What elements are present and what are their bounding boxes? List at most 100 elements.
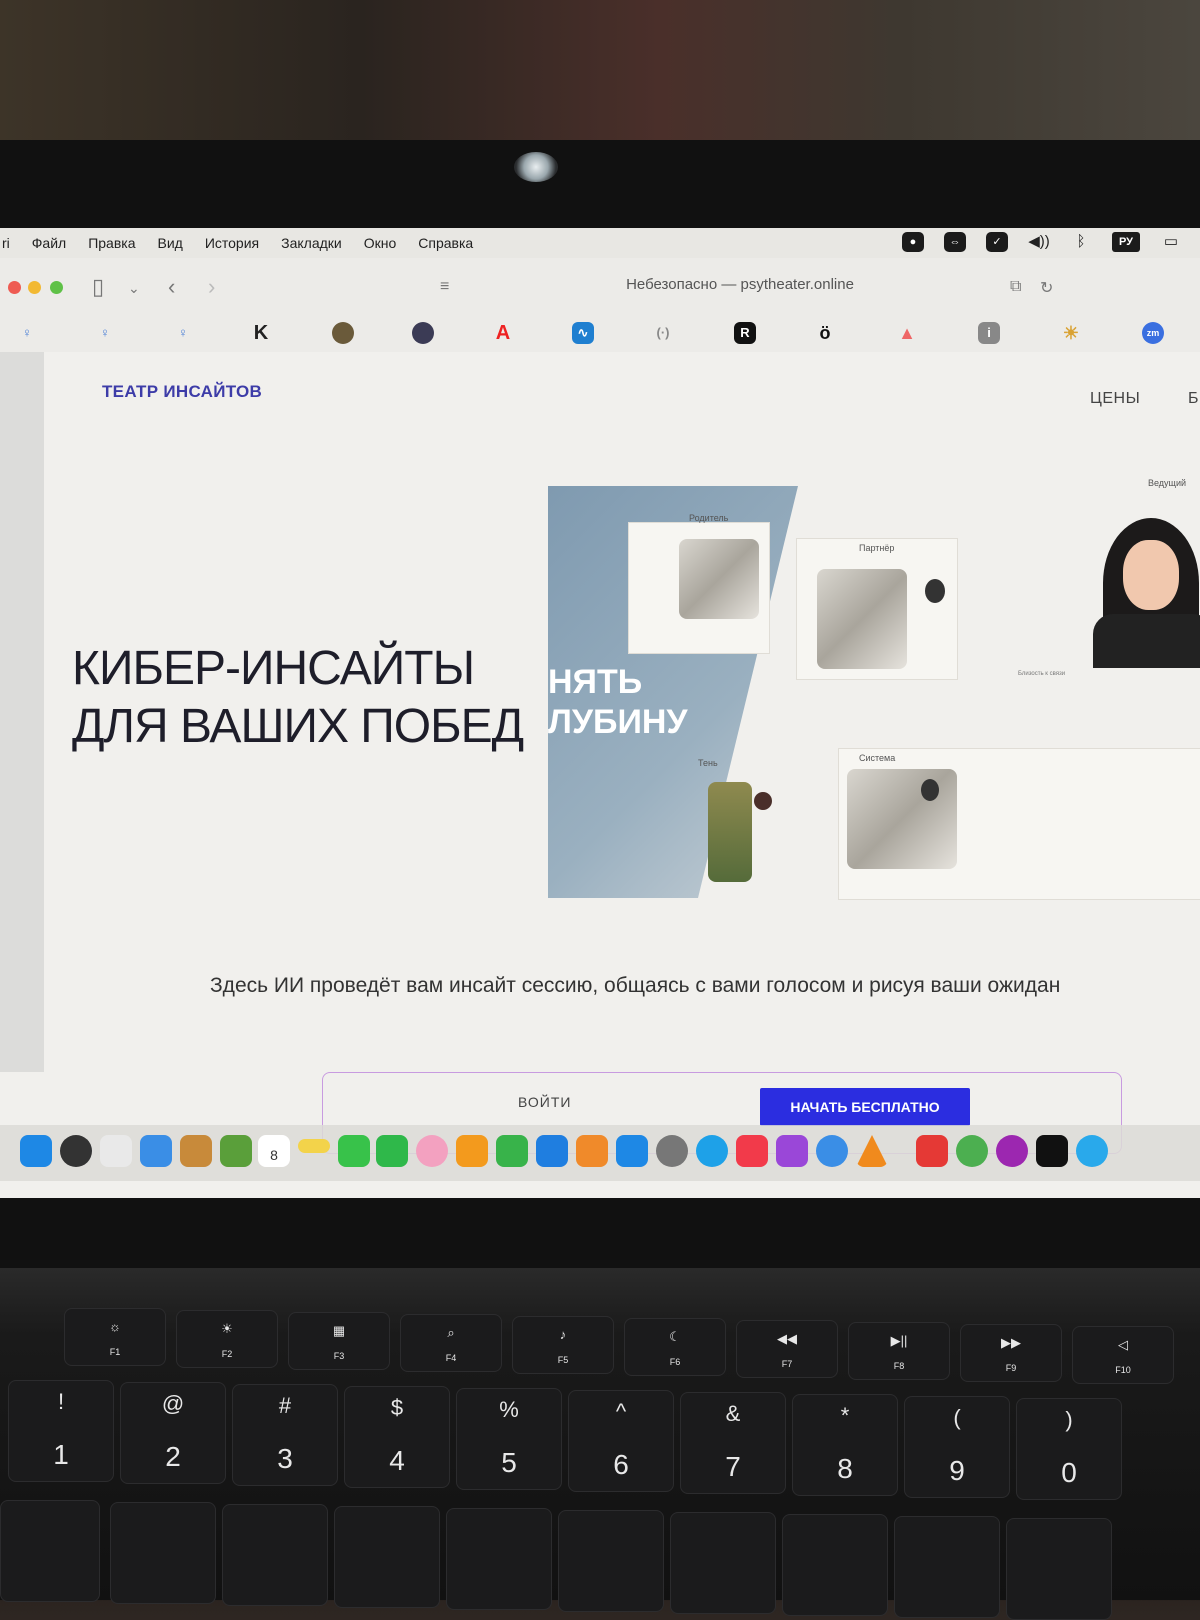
- app-store-icon[interactable]: [616, 1135, 648, 1167]
- key-t[interactable]: [446, 1508, 552, 1610]
- key-8[interactable]: * 8: [792, 1394, 898, 1496]
- activity-icon[interactable]: ∿: [572, 322, 594, 344]
- messages-icon[interactable]: [338, 1135, 370, 1167]
- key-f4[interactable]: ⌕ F4: [400, 1314, 502, 1372]
- finder-icon[interactable]: [20, 1135, 52, 1167]
- close-window-icon[interactable]: [8, 281, 21, 294]
- translate-icon[interactable]: ⧉: [1010, 278, 1021, 296]
- site-logo[interactable]: ТЕАТР ИНСАЙТОВ: [102, 382, 262, 402]
- key-f5[interactable]: ♪ F5: [512, 1316, 614, 1374]
- photos-icon[interactable]: [416, 1135, 448, 1167]
- key-f2[interactable]: ☀ F2: [176, 1310, 278, 1368]
- books-icon[interactable]: [576, 1135, 608, 1167]
- chrome-icon[interactable]: [956, 1135, 988, 1167]
- checkmark-icon[interactable]: ✓: [986, 232, 1008, 252]
- maps-icon[interactable]: [220, 1135, 252, 1167]
- login-button[interactable]: ВОЙТИ: [518, 1094, 571, 1110]
- key-4[interactable]: $4: [344, 1386, 450, 1488]
- address-bar[interactable]: Небезопасно — psytheater.online: [520, 276, 960, 293]
- music-icon[interactable]: [736, 1135, 768, 1167]
- menu-history[interactable]: История: [205, 235, 259, 251]
- telegram-icon[interactable]: [1076, 1135, 1108, 1167]
- key-1[interactable]: ! 1: [8, 1380, 114, 1482]
- key-p[interactable]: [1006, 1518, 1112, 1620]
- notification-icon[interactable]: ●: [902, 232, 924, 252]
- skype-icon[interactable]: [696, 1135, 728, 1167]
- remote-desktop-icon[interactable]: ⇔: [944, 232, 966, 252]
- key-w[interactable]: [110, 1502, 216, 1604]
- menu-app-name[interactable]: ri: [2, 235, 10, 251]
- key-f6[interactable]: ☾ F6: [624, 1318, 726, 1376]
- mail-icon[interactable]: [140, 1135, 172, 1167]
- calendar-icon[interactable]: 8: [258, 1135, 290, 1167]
- favorite-site-icon[interactable]: ♀: [172, 322, 194, 344]
- app-icon[interactable]: [996, 1135, 1028, 1167]
- menu-file[interactable]: Файл: [32, 235, 66, 251]
- anydesk-icon[interactable]: [916, 1135, 948, 1167]
- key-f10[interactable]: ◁ F10: [1072, 1326, 1174, 1384]
- vlc-icon[interactable]: [856, 1135, 888, 1167]
- remote-desktop-icon[interactable]: [1036, 1135, 1068, 1167]
- nav-prices[interactable]: ЦЕНЫ: [1090, 390, 1140, 408]
- menu-bookmarks[interactable]: Закладки: [281, 235, 342, 251]
- zoom-icon[interactable]: zm: [1142, 322, 1164, 344]
- key-f9[interactable]: ▶▶ F9: [960, 1324, 1062, 1382]
- safari-icon[interactable]: [816, 1135, 848, 1167]
- bluetooth-icon[interactable]: ᛒ: [1070, 232, 1092, 252]
- key-e[interactable]: [222, 1504, 328, 1606]
- globe-icon[interactable]: [412, 322, 434, 344]
- key-6[interactable]: ^ 6: [568, 1390, 674, 1492]
- keynote-icon[interactable]: [536, 1135, 568, 1167]
- facetime-icon[interactable]: [376, 1135, 408, 1167]
- adobe-icon[interactable]: A: [492, 322, 514, 344]
- volume-icon[interactable]: ◀)): [1028, 232, 1050, 252]
- nav-item-partial[interactable]: Б: [1188, 390, 1199, 408]
- numbers-icon[interactable]: [496, 1135, 528, 1167]
- start-free-button[interactable]: НАЧАТЬ БЕСПЛАТНО: [760, 1088, 970, 1126]
- menu-view[interactable]: Вид: [158, 235, 183, 251]
- broadcast-icon[interactable]: (·): [652, 322, 674, 344]
- pyramid-icon[interactable]: ▲: [896, 322, 918, 344]
- info-icon[interactable]: i: [978, 322, 1000, 344]
- minimize-window-icon[interactable]: [28, 281, 41, 294]
- contacts-icon[interactable]: [180, 1135, 212, 1167]
- sidebar-toggle-icon[interactable]: ▯: [92, 274, 104, 300]
- reload-icon[interactable]: ↻: [1040, 278, 1053, 298]
- podcasts-icon[interactable]: [776, 1135, 808, 1167]
- forward-icon[interactable]: ›: [208, 274, 215, 300]
- key-f8[interactable]: ▶|| F8: [848, 1322, 950, 1380]
- pages-icon[interactable]: [456, 1135, 488, 1167]
- favorite-site-icon[interactable]: ♀: [16, 322, 38, 344]
- favorite-site-icon[interactable]: ♀: [94, 322, 116, 344]
- key-3[interactable]: #3: [232, 1384, 338, 1486]
- fullscreen-window-icon[interactable]: [50, 281, 63, 294]
- launchpad-icon[interactable]: [100, 1135, 132, 1167]
- key-f1[interactable]: ☼ F1: [64, 1308, 166, 1366]
- siri-icon[interactable]: [60, 1135, 92, 1167]
- notes-icon[interactable]: [298, 1139, 330, 1153]
- key-y[interactable]: [558, 1510, 664, 1612]
- k-logo-icon[interactable]: K: [250, 322, 272, 344]
- key-u[interactable]: [670, 1512, 776, 1614]
- input-language[interactable]: РУ: [1112, 232, 1140, 252]
- key-5[interactable]: % 5: [456, 1388, 562, 1490]
- sun-icon[interactable]: ☀: [1060, 322, 1082, 344]
- key-9[interactable]: (9: [904, 1396, 1010, 1498]
- reader-icon[interactable]: ≡: [440, 278, 449, 296]
- menu-edit[interactable]: Правка: [88, 235, 135, 251]
- system-settings-icon[interactable]: [656, 1135, 688, 1167]
- key-i[interactable]: [782, 1514, 888, 1616]
- menu-help[interactable]: Справка: [418, 235, 473, 251]
- r-logo-icon[interactable]: R: [734, 322, 756, 344]
- favorite-site-icon[interactable]: [332, 322, 354, 344]
- key-f7[interactable]: ◀◀ F7: [736, 1320, 838, 1378]
- key-q[interactable]: [0, 1500, 100, 1602]
- key-o[interactable]: [894, 1516, 1000, 1618]
- key-7[interactable]: & 7: [680, 1392, 786, 1494]
- battery-icon[interactable]: ▭: [1160, 232, 1182, 252]
- key-0[interactable]: ) 0: [1016, 1398, 1122, 1500]
- menu-window[interactable]: Окно: [364, 235, 397, 251]
- key-2[interactable]: @2: [120, 1382, 226, 1484]
- o-logo-icon[interactable]: ö: [814, 322, 836, 344]
- chevron-down-icon[interactable]: ⌄: [128, 280, 140, 297]
